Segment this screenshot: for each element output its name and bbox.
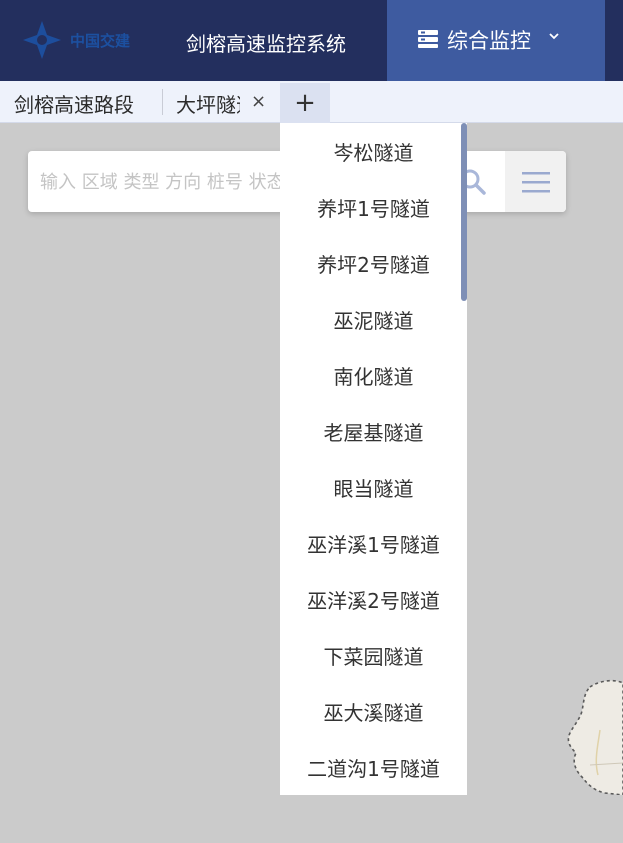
chevron-down-icon [549,33,559,40]
dropdown-item[interactable]: 南化隧道 [280,347,467,403]
dropdown-item[interactable]: 巫洋溪1号隧道 [280,515,467,571]
dropdown-item[interactable]: 二道沟1号隧道 [280,739,467,795]
map-region-outline[interactable] [560,675,623,795]
app-header: 中国交建 剑榕高速监控系统 综合监控 [0,0,623,81]
dropdown-item[interactable]: 养坪1号隧道 [280,179,467,235]
logo: 中国交建 [20,18,150,62]
header-right-area [605,0,623,81]
dropdown-item[interactable]: 养坪2号隧道 [280,235,467,291]
search-input[interactable] [38,167,282,197]
tab-dapin-tunnel[interactable]: 大坪隧道 [176,89,240,118]
logo-text: 中国交建 [70,31,131,50]
tab-divider [162,89,163,115]
add-tab-button[interactable]: + [280,83,330,123]
comprehensive-monitor-menu[interactable]: 综合监控 [387,0,605,81]
dropdown-item[interactable]: 岑松隧道 [280,123,467,179]
logo-icon [23,21,61,59]
dropdown-item[interactable]: 巫大溪隧道 [280,683,467,739]
tunnel-dropdown: 岑松隧道 养坪1号隧道 养坪2号隧道 巫泥隧道 南化隧道 老屋基隧道 眼当隧道 … [280,123,467,795]
dropdown-item[interactable]: 巫洋溪2号隧道 [280,571,467,627]
tab-bar: 剑榕高速路段 大坪隧道 × + [0,81,623,123]
system-title: 剑榕高速监控系统 [186,32,346,56]
dropdown-item[interactable]: 老屋基隧道 [280,403,467,459]
hamburger-icon [521,171,550,192]
monitor-label: 综合监控 [447,29,531,53]
dropdown-item[interactable]: 下菜园隧道 [280,627,467,683]
menu-button[interactable] [505,151,566,212]
tab-road-section[interactable]: 剑榕高速路段 [14,89,134,118]
plus-icon: + [294,88,316,118]
dropdown-item[interactable]: 巫泥隧道 [280,291,467,347]
dropdown-item[interactable]: 眼当隧道 [280,459,467,515]
tab-close-icon[interactable]: × [251,91,266,112]
dropdown-scrollbar[interactable] [461,123,467,301]
server-icon [418,30,438,48]
